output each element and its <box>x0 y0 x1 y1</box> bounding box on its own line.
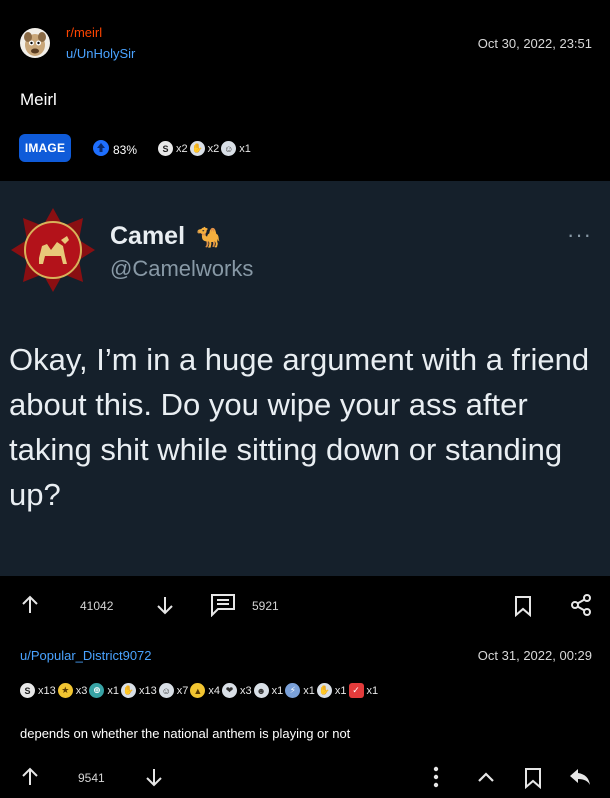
tweet-more-icon: ··· <box>567 222 592 247</box>
helpful-award-icon: ✋ <box>189 141 205 156</box>
award-count: x7 <box>176 684 189 697</box>
reply-icon[interactable] <box>568 767 592 792</box>
gold-award-icon: ★ <box>57 683 73 698</box>
i-voted-award-icon: ✓ <box>348 683 364 698</box>
more-options-icon[interactable] <box>432 766 440 793</box>
award-count: x1 <box>107 684 119 697</box>
post-awards: Sx2 ✋ x2 ☺ x1 <box>158 141 251 156</box>
tweet-handle: @Camelworks <box>110 256 254 281</box>
award-count: x4 <box>208 684 220 697</box>
tweet-name-text: Camel <box>110 222 186 250</box>
comment-awards: Sx13 ★ x3 ⊕ x1 ✋ x13 ☺ x7 ▲ x4 ❤ x3 ☻ x1 ⚡ x1 ✋ x… <box>20 683 378 698</box>
tweet-text: Okay, I’m in a huge argument with a frie… <box>9 342 590 512</box>
silver-award-icon: S <box>20 683 35 698</box>
ally-award-icon: ⊕ <box>89 683 105 698</box>
award-count: x1 <box>366 684 379 697</box>
tweet-display-name: Camel 🐪 <box>110 222 221 251</box>
award-count: x3 <box>75 684 88 697</box>
silver-award-icon: S <box>158 141 173 156</box>
award-count: x1 <box>271 684 284 697</box>
award-count: x1 <box>334 684 347 697</box>
comment-icon[interactable] <box>210 593 236 622</box>
hugz-award-icon: ❤ <box>222 683 237 698</box>
award-count: x2 <box>207 142 220 155</box>
collapse-icon[interactable] <box>477 770 495 789</box>
comment-author-link[interactable]: u/Popular_District9072 <box>20 648 152 663</box>
comment-count: 5921 <box>252 599 279 613</box>
upvote-ratio-icon <box>92 139 110 160</box>
comment-timestamp: Oct 31, 2022, 00:29 <box>477 648 592 663</box>
post-score: 41042 <box>80 599 114 613</box>
award-count: x1 <box>239 142 251 155</box>
award-count: x1 <box>303 684 315 697</box>
bookmark-icon[interactable] <box>514 595 532 622</box>
award-count: x13 <box>139 684 157 697</box>
helpful-award-icon: ✋ <box>121 683 136 698</box>
laugh-award-icon: ☻ <box>253 683 269 698</box>
upvote-ratio-value: 83% <box>113 142 138 157</box>
award-count: x2 <box>176 142 188 155</box>
camel-icon: 🐪 <box>196 227 221 249</box>
wholesome-award-icon: ☺ <box>158 683 174 698</box>
award-count: x13 <box>38 684 56 697</box>
facepalm-award-icon: ✋ <box>316 683 332 698</box>
comment-score: 9541 <box>78 771 105 785</box>
share-icon[interactable] <box>570 594 592 621</box>
comment-upvote-icon[interactable] <box>20 767 40 792</box>
upvote-ratio: 83% <box>92 139 137 160</box>
award-count: x3 <box>240 684 252 697</box>
comment-downvote-icon[interactable] <box>144 767 164 792</box>
downvote-icon[interactable] <box>155 595 175 620</box>
subreddit-link[interactable]: r/meirl <box>66 25 102 40</box>
post-timestamp: Oct 30, 2022, 23:51 <box>477 36 592 51</box>
tweet-avatar <box>9 206 97 294</box>
post-title[interactable]: Meirl <box>20 90 57 110</box>
post-author-link[interactable]: u/UnHolySir <box>66 46 135 61</box>
bravo-award-icon: ▲ <box>190 683 206 698</box>
subreddit-avatar[interactable] <box>20 28 50 58</box>
upvote-icon[interactable] <box>20 595 40 620</box>
comment-body: depends on whether the national anthem i… <box>20 726 351 741</box>
comment-bookmark-icon[interactable] <box>524 767 542 794</box>
wholesome-award-icon: ☺ <box>221 141 237 156</box>
take-my-energy-award-icon: ⚡ <box>285 683 301 698</box>
post-flair-badge: IMAGE <box>19 134 71 162</box>
